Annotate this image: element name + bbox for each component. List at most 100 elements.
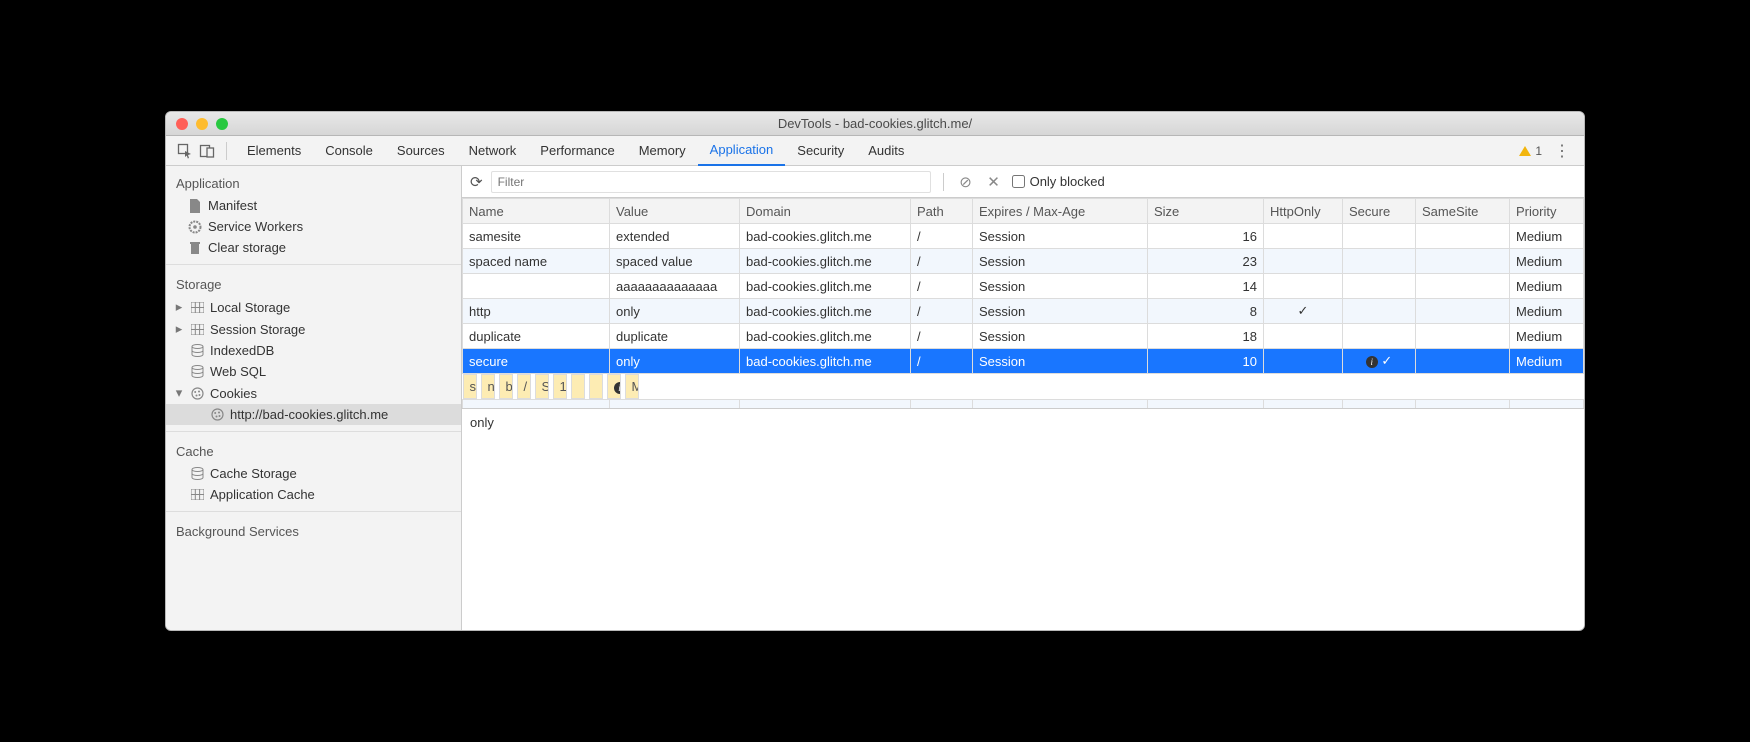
tab-performance[interactable]: Performance [528,136,626,166]
cookies-table[interactable]: Name Value Domain Path Expires / Max-Age… [462,198,1584,408]
cell-size: 8 [1148,299,1264,324]
table-row[interactable]: samesiteextendedbad-cookies.glitch.me/Se… [463,224,1584,249]
sidebar-item-label: http://bad-cookies.glitch.me [230,407,388,422]
table-row[interactable]: samesitenonebad-cookies.glitch.me/Sessio… [463,374,610,399]
sidebar-item-application-cache[interactable]: Application Cache [166,484,461,505]
cell-secure [1343,274,1416,299]
toggle-device-icon[interactable] [196,140,218,162]
info-icon: i [1366,356,1378,368]
more-menu-icon[interactable]: ⋮ [1548,141,1576,161]
sidebar-item-manifest[interactable]: Manifest [166,195,461,216]
col-size[interactable]: Size [1148,199,1264,224]
cell-size: 10 [1148,349,1264,374]
cell-empty [1510,400,1584,408]
divider [166,511,461,512]
only-blocked-checkbox[interactable] [1012,175,1025,188]
tab-memory[interactable]: Memory [627,136,698,166]
cell-path: / [911,299,973,324]
cell-expires: Session [973,349,1148,374]
col-domain[interactable]: Domain [740,199,911,224]
refresh-icon[interactable]: ⟳ [470,173,483,191]
col-value[interactable]: Value [610,199,740,224]
cell-name: http [463,299,610,324]
minimize-window-button[interactable] [196,118,208,130]
tab-audits[interactable]: Audits [856,136,916,166]
gear-icon [188,220,202,234]
cell-size: 14 [1148,274,1264,299]
filter-input[interactable] [491,171,931,193]
cell-samesite [1416,224,1510,249]
sidebar-item-label: Web SQL [210,364,266,379]
sidebar-item-indexeddb[interactable]: IndexedDB [166,340,461,361]
titlebar: DevTools - bad-cookies.glitch.me/ [166,112,1584,136]
delete-selected-icon[interactable]: ✕ [984,173,1004,191]
sidebar-item-cookie-origin[interactable]: http://bad-cookies.glitch.me [166,404,461,425]
cell-priority: Medium [1510,274,1584,299]
col-path[interactable]: Path [911,199,973,224]
col-httponly[interactable]: HttpOnly [1264,199,1343,224]
sidebar-item-label: IndexedDB [210,343,274,358]
cookies-pane: ⟳ ⊘ ✕ Only blocked [462,166,1584,630]
table-row[interactable]: httponlybad-cookies.glitch.me/Session8✓M… [463,299,1584,324]
sidebar-item-cache-storage[interactable]: Cache Storage [166,463,461,484]
tab-application[interactable]: Application [698,136,786,166]
devtools-window: DevTools - bad-cookies.glitch.me/ Elemen… [165,111,1585,631]
cookie-icon [210,408,224,422]
warning-icon [1519,146,1531,156]
tab-network[interactable]: Network [457,136,529,166]
main-body: Application Manifest Service Workers Cle… [166,166,1584,630]
zoom-window-button[interactable] [216,118,228,130]
section-title-cache: Cache [166,438,461,463]
database-icon [190,365,204,379]
cell-domain: bad-cookies.glitch.me [740,324,911,349]
only-blocked-label: Only blocked [1030,174,1105,189]
close-window-button[interactable] [176,118,188,130]
caret-icon: ▸ [174,299,184,315]
tab-label: Network [469,143,517,158]
table-row[interactable]: aaaaaaaaaaaaaabad-cookies.glitch.me/Sess… [463,274,1584,299]
sidebar: Application Manifest Service Workers Cle… [166,166,462,630]
col-name[interactable]: Name [463,199,610,224]
cell-value: spaced value [610,249,740,274]
tab-console[interactable]: Console [313,136,385,166]
tab-security[interactable]: Security [785,136,856,166]
inspect-element-icon[interactable] [174,140,196,162]
clear-all-icon[interactable]: ⊘ [956,173,976,191]
col-expires[interactable]: Expires / Max-Age [973,199,1148,224]
cell-domain: bad-cookies.glitch.me [740,224,911,249]
table-row[interactable]: spaced namespaced valuebad-cookies.glitc… [463,249,1584,274]
cell-priority: Medium [1510,224,1584,249]
cell-httponly [1264,324,1343,349]
divider [226,142,227,160]
cell-empty [1264,400,1343,408]
col-samesite[interactable]: SameSite [1416,199,1510,224]
cell-priority: Medium [1510,324,1584,349]
tab-sources[interactable]: Sources [385,136,457,166]
sidebar-item-session-storage[interactable]: ▸ Session Storage [166,318,461,340]
sidebar-item-service-workers[interactable]: Service Workers [166,216,461,237]
warnings-indicator[interactable]: 1 [1519,144,1548,158]
cell-empty [1148,400,1264,408]
table-row[interactable]: duplicateduplicatebad-cookies.glitch.me/… [463,324,1584,349]
cell-value: only [610,299,740,324]
cell-expires: Session [973,324,1148,349]
sidebar-item-label: Manifest [208,198,257,213]
sidebar-item-cookies[interactable]: ▾ Cookies [166,382,461,404]
sidebar-item-clear-storage[interactable]: Clear storage [166,237,461,258]
tab-elements[interactable]: Elements [235,136,313,166]
cell-expires: Session [973,299,1148,324]
cell-value: none [481,374,495,399]
window-title: DevTools - bad-cookies.glitch.me/ [166,116,1584,131]
col-priority[interactable]: Priority [1510,199,1584,224]
tab-label: Console [325,143,373,158]
cell-priority: Medium [1510,299,1584,324]
col-secure[interactable]: Secure [1343,199,1416,224]
tab-label: Security [797,143,844,158]
sidebar-item-websql[interactable]: Web SQL [166,361,461,382]
only-blocked-toggle[interactable]: Only blocked [1012,174,1105,189]
cell-domain: bad-cookies.glitch.me [740,249,911,274]
table-row-empty[interactable] [463,400,1584,408]
table-row[interactable]: secureonlybad-cookies.glitch.me/Session1… [463,349,1584,374]
cookies-toolbar: ⟳ ⊘ ✕ Only blocked [462,166,1584,198]
sidebar-item-local-storage[interactable]: ▸ Local Storage [166,296,461,318]
